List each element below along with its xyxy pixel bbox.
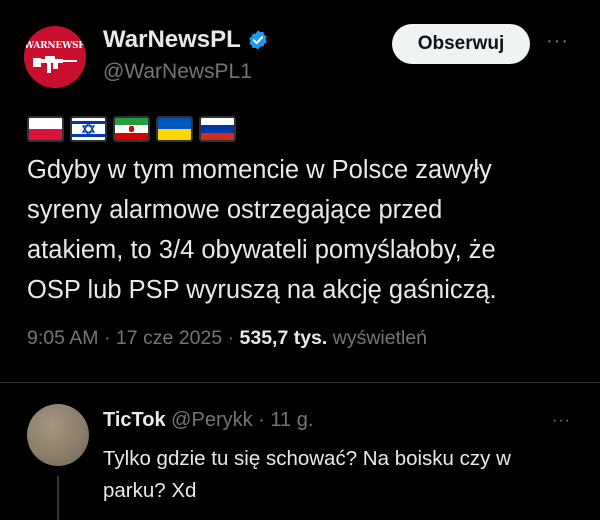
tweet-text-line: OSP lub PSP wyruszą na akcję gaśniczą. xyxy=(27,276,497,304)
author-avatar[interactable]: WARNEWSPL xyxy=(24,26,86,88)
divider xyxy=(0,382,600,383)
israel-flag-icon xyxy=(70,116,107,142)
author-handle[interactable]: @WarNewsPL1 xyxy=(103,60,252,84)
reply-text-line: parku? Xd xyxy=(103,479,197,502)
reply-text: Tylko gdzie tu się schować? Na boisku cz… xyxy=(103,443,588,507)
tweet-text-line: Gdyby w tym momencie w Polsce zawyły xyxy=(27,156,492,184)
author-name[interactable]: WarNewsPL xyxy=(103,26,241,54)
reply-text-line: Tylko gdzie tu się schować? Na boisku cz… xyxy=(103,447,511,470)
verified-badge-icon[interactable] xyxy=(247,29,269,51)
views-label: wyświetleń xyxy=(332,327,428,349)
tweet-text: Gdyby w tym momencie w Polsce zawyły syr… xyxy=(27,150,587,310)
tweet-text-line: syreny alarmowe ostrzegające przed xyxy=(27,196,443,224)
poland-flag-icon xyxy=(27,116,64,142)
meta-separator: · xyxy=(103,327,111,349)
ukraine-flag-icon xyxy=(156,116,193,142)
follow-button[interactable]: Obserwuj xyxy=(392,24,530,64)
tweet-date[interactable]: 17 cze 2025 xyxy=(116,327,222,349)
reply-author-handle[interactable]: @Perykk xyxy=(171,409,252,431)
russia-flag-icon xyxy=(199,116,236,142)
tweet-text-line: atakiem, to 3/4 obywateli pomyślałoby, ż… xyxy=(27,236,496,264)
flag-emoji-row xyxy=(27,116,236,142)
rifle-icon xyxy=(33,56,77,73)
tweet-time[interactable]: 9:05 AM xyxy=(27,327,99,349)
reply-header: TicTok @Perykk · 11 g. xyxy=(103,409,313,432)
tweet-meta: 9:05 AM · 17 cze 2025 · 535,7 tys. wyświ… xyxy=(27,327,427,350)
views-count[interactable]: 535,7 tys. xyxy=(240,327,328,349)
meta-separator: · xyxy=(227,327,235,349)
reply-time[interactable]: 11 g. xyxy=(270,409,313,431)
more-options-icon[interactable]: ··· xyxy=(546,30,569,53)
iran-flag-icon xyxy=(113,116,150,142)
reply-separator: · xyxy=(258,409,265,431)
reply-author-name[interactable]: TicTok xyxy=(103,409,166,431)
thread-line xyxy=(57,476,59,520)
reply-avatar[interactable] xyxy=(27,404,89,466)
reply-more-options-icon[interactable]: ··· xyxy=(552,412,571,430)
avatar-logo-text: WARNEWSPL xyxy=(24,41,86,51)
author-name-row[interactable]: WarNewsPL xyxy=(103,26,269,54)
